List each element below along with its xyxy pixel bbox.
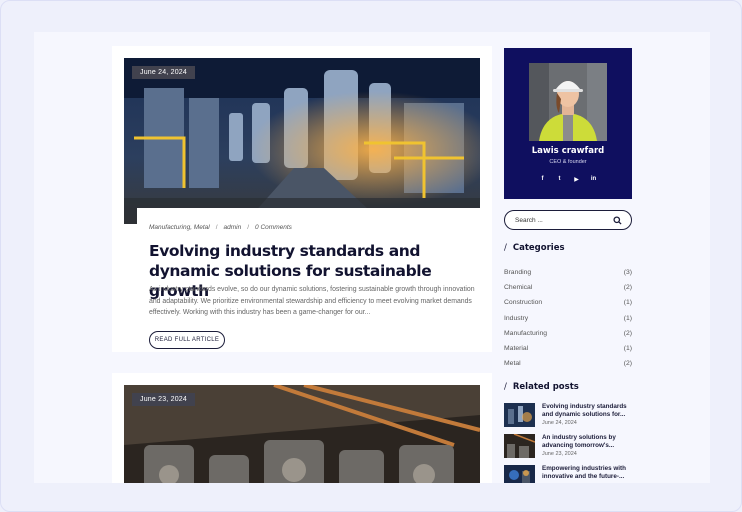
- category-item[interactable]: Metal (2): [504, 356, 632, 371]
- related-post-item[interactable]: Empowering industries with innovative an…: [504, 465, 634, 483]
- category-count: (2): [623, 329, 632, 337]
- category-count: (3): [623, 269, 632, 277]
- search-icon[interactable]: [613, 216, 622, 225]
- category-item[interactable]: Material (1): [504, 341, 632, 356]
- related-posts-heading: / Related posts: [504, 382, 579, 392]
- related-post-date: June 23, 2024: [542, 451, 577, 457]
- category-item[interactable]: Industry (1): [504, 311, 632, 326]
- facebook-icon[interactable]: f: [540, 176, 546, 183]
- linkedin-icon[interactable]: in: [591, 176, 597, 183]
- post-categories[interactable]: Manufacturing, Metal: [149, 224, 210, 231]
- category-name: Industry: [504, 314, 529, 322]
- profile-role: CEO & founder: [549, 159, 587, 165]
- social-links: f t ▶ in: [504, 176, 632, 183]
- post-card: June 23, 2024: [112, 373, 492, 483]
- machinery-thumbnail: [504, 434, 535, 458]
- post-image[interactable]: June 23, 2024: [124, 385, 480, 483]
- browser-frame: June 24, 2024 Manufacturing, Metal / adm…: [0, 0, 742, 512]
- category-item[interactable]: Chemical (2): [504, 280, 632, 295]
- related-post-date: June 24, 2024: [542, 420, 577, 426]
- post-date-badge: June 23, 2024: [132, 393, 195, 406]
- factory-thumbnail: [504, 403, 535, 427]
- category-name: Construction: [504, 299, 543, 307]
- post-excerpt: As industry standards evolve, so do our …: [149, 286, 475, 316]
- category-item[interactable]: Construction (1): [504, 295, 632, 310]
- category-count: (2): [623, 360, 632, 368]
- post-card: June 24, 2024 Manufacturing, Metal / adm…: [112, 46, 492, 352]
- related-post-title[interactable]: Empowering industries with innovative an…: [542, 465, 634, 481]
- profile-photo: [529, 63, 607, 141]
- category-name: Material: [504, 345, 529, 353]
- page-canvas: June 24, 2024 Manufacturing, Metal / adm…: [34, 32, 710, 483]
- categories-title: Categories: [512, 243, 565, 253]
- related-posts-title: Related posts: [512, 382, 579, 392]
- meta-separator: /: [215, 224, 218, 231]
- category-item[interactable]: Manufacturing (2): [504, 326, 632, 341]
- related-post-thumbnail[interactable]: [504, 465, 535, 483]
- related-post-item[interactable]: An industry solutions by advancing tomor…: [504, 434, 634, 465]
- category-name: Metal: [504, 360, 521, 368]
- category-name: Manufacturing: [504, 329, 548, 337]
- post-content: Manufacturing, Metal / admin / 0 Comment…: [137, 208, 480, 349]
- category-count: (1): [623, 299, 632, 307]
- category-count: (1): [623, 345, 632, 353]
- heading-slash: /: [504, 382, 507, 392]
- related-post-item[interactable]: Evolving industry standards and dynamic …: [504, 403, 634, 434]
- related-post-title[interactable]: An industry solutions by advancing tomor…: [542, 434, 634, 450]
- related-post-thumbnail[interactable]: [504, 434, 535, 458]
- related-posts-list: Evolving industry standards and dynamic …: [504, 403, 634, 483]
- category-count: (1): [623, 314, 632, 322]
- factory-image: [124, 58, 480, 224]
- avatar: [529, 63, 607, 141]
- youtube-icon[interactable]: ▶: [574, 176, 580, 183]
- categories-heading: / Categories: [504, 243, 565, 253]
- profile-name: Lawis crawfard: [531, 146, 605, 156]
- post-author[interactable]: admin: [224, 224, 242, 231]
- category-count: (2): [623, 284, 632, 292]
- post-date-badge: June 24, 2024: [132, 66, 195, 79]
- search-input[interactable]: [515, 215, 605, 226]
- related-post-title[interactable]: Evolving industry standards and dynamic …: [542, 403, 634, 419]
- post-image[interactable]: June 24, 2024: [124, 58, 480, 224]
- category-name: Chemical: [504, 284, 533, 292]
- author-profile-card: Lawis crawfard CEO & founder f t ▶ in: [504, 48, 632, 199]
- heading-slash: /: [504, 243, 507, 253]
- twitter-icon[interactable]: t: [557, 176, 563, 183]
- read-full-article-button[interactable]: READ FULL ARTICLE: [149, 331, 225, 349]
- search-box: [504, 210, 632, 230]
- category-list: Branding (3) Chemical (2) Construction (1) …: [504, 265, 632, 371]
- related-post-thumbnail[interactable]: [504, 403, 535, 427]
- meta-separator: /: [247, 224, 250, 231]
- category-name: Branding: [504, 269, 532, 277]
- industry-thumbnail: [504, 465, 535, 483]
- post-comments[interactable]: 0 Comments: [255, 224, 292, 231]
- post-meta: Manufacturing, Metal / admin / 0 Comment…: [149, 224, 292, 231]
- category-item[interactable]: Branding (3): [504, 265, 632, 280]
